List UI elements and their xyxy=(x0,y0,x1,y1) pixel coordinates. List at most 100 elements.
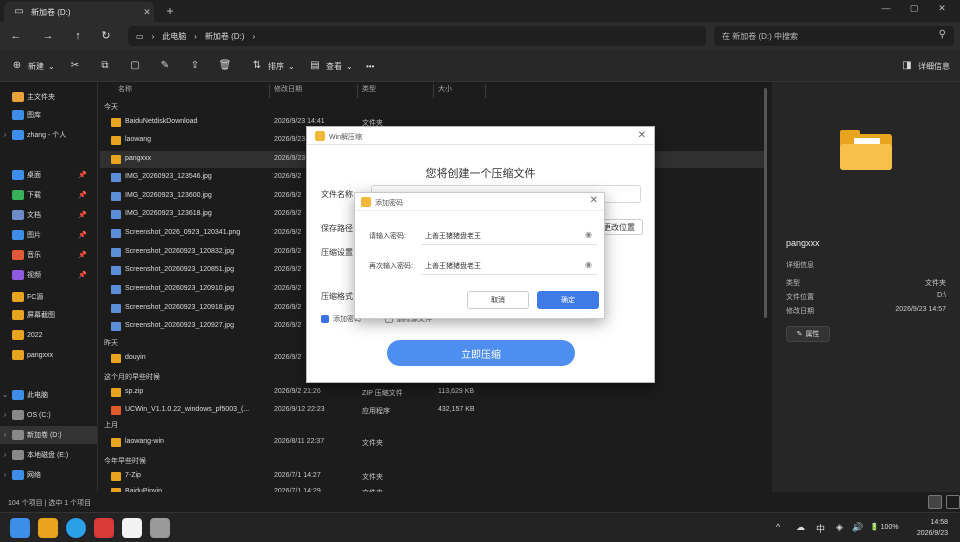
sidebar-item[interactable]: 图片 📌 xyxy=(0,226,97,244)
sidebar-item[interactable]: 2022 xyxy=(0,326,97,344)
column-date[interactable]: 修改日期 xyxy=(270,84,358,98)
group-header[interactable]: 昨天 xyxy=(104,338,118,350)
file-explorer-icon[interactable] xyxy=(38,518,58,538)
cloud-icon[interactable]: ☁ xyxy=(796,522,805,533)
sidebar-item[interactable]: ⌄ 此电脑 xyxy=(0,386,97,404)
clock[interactable]: 14:58 2026/9/23 xyxy=(917,517,948,539)
sidebar-item[interactable]: › 新加卷 (D:) xyxy=(0,426,97,444)
tiles-view-toggle[interactable] xyxy=(946,495,960,509)
share-button[interactable]: ⇪ xyxy=(188,58,202,74)
properties-button[interactable]: ✎ 属性 xyxy=(786,326,830,342)
sidebar-item[interactable]: › 本地磁盘 (E:) xyxy=(0,446,97,464)
view-button[interactable]: ▤ 查看 ⌄ xyxy=(308,58,352,74)
column-name[interactable]: 名称 xyxy=(100,84,270,98)
back-button[interactable]: ← xyxy=(8,28,24,44)
details-header: 详细信息 xyxy=(786,262,814,269)
paste-button[interactable]: ▢ xyxy=(128,58,142,74)
confirm-password-label: 再次输入密码: xyxy=(369,263,413,270)
details-pane-button[interactable]: ◨ 详细信息 xyxy=(900,58,950,74)
list-scrollbar[interactable] xyxy=(764,88,767,318)
qq-icon[interactable] xyxy=(122,518,142,538)
group-header[interactable]: 今天 xyxy=(104,102,118,114)
wps-icon[interactable] xyxy=(94,518,114,538)
refresh-button[interactable]: ↻ xyxy=(98,28,114,44)
column-size[interactable]: 大小 xyxy=(434,84,486,98)
file-name: Screenshot_2026_0923_120341.png xyxy=(125,229,241,236)
file-type-icon xyxy=(111,472,121,481)
minimize-button[interactable]: — xyxy=(872,3,900,17)
sidebar-item[interactable]: 音乐 📌 xyxy=(0,246,97,264)
expand-chevron-icon[interactable]: › xyxy=(0,472,10,479)
close-icon[interactable]: ✕ xyxy=(590,195,598,206)
group-header[interactable]: 上月 xyxy=(104,420,118,432)
rename-button[interactable]: ✎ xyxy=(158,58,172,74)
sort-icon: ⇅ xyxy=(252,60,262,71)
sidebar-item[interactable]: FC源 xyxy=(0,288,97,306)
breadcrumb-this-pc[interactable]: 此电脑 xyxy=(162,31,186,42)
close-tab-icon[interactable]: ✕ xyxy=(140,7,154,18)
new-button[interactable]: ⊕ 新建 ⌄ xyxy=(10,58,55,74)
sidebar-item[interactable]: 主文件夹 xyxy=(0,88,97,106)
file-date: 2026/9/23 xyxy=(274,136,306,143)
edge-browser-icon[interactable] xyxy=(66,518,86,538)
eye-icon[interactable]: ◉ xyxy=(585,230,592,239)
sidebar-item[interactable]: › 网络 xyxy=(0,466,97,484)
more-button[interactable]: ••• xyxy=(366,58,374,74)
expand-chevron-icon[interactable]: › xyxy=(0,452,10,459)
address-toolbar: ← → ↑ ↻ ▭ › 此电脑 › 新加卷 (D:) › 在 新加卷 (D:) … xyxy=(0,22,960,50)
file-row[interactable]: UCWin_V1.1.0.22_windows_pf5003_(... 2026/… xyxy=(100,402,766,419)
tab-new-volume-d[interactable]: ▭ 新加卷 (D:) ✕ xyxy=(4,2,154,22)
address-bar[interactable]: ▭ › 此电脑 › 新加卷 (D:) › xyxy=(128,26,706,46)
sidebar-item[interactable]: pangxxx xyxy=(0,346,97,364)
details-view-toggle[interactable] xyxy=(928,495,942,509)
password-input[interactable]: 上善王猪猪盘老王 xyxy=(425,231,481,241)
file-type-icon xyxy=(111,266,121,275)
breadcrumb-d-drive[interactable]: 新加卷 (D:) xyxy=(205,31,245,42)
expand-chevron-icon[interactable]: › xyxy=(0,432,10,439)
ime-indicator[interactable]: 中 xyxy=(816,522,825,535)
group-header[interactable]: 今年早些时候 xyxy=(104,456,146,468)
close-icon[interactable]: ✕ xyxy=(638,130,646,141)
delete-button[interactable]: 🗑 xyxy=(218,58,232,74)
sidebar-item[interactable]: 视频 📌 xyxy=(0,266,97,284)
volume-icon[interactable]: 🔊 xyxy=(852,522,863,533)
battery-indicator[interactable]: 🔋 100% xyxy=(870,523,899,531)
compress-now-button[interactable]: 立即压缩 xyxy=(387,340,575,366)
close-window-button[interactable]: ✕ xyxy=(928,3,956,17)
file-row[interactable]: 7-Zip 2026/7/1 14:27 文件夹 xyxy=(100,468,766,485)
column-type[interactable]: 类型 xyxy=(358,84,434,98)
sort-button[interactable]: ⇅ 排序 ⌄ xyxy=(250,58,295,74)
sidebar-item[interactable]: › OS (C:) xyxy=(0,406,97,424)
clock-date: 2026/9/23 xyxy=(916,530,948,537)
sidebar-item[interactable]: 屏幕截图 xyxy=(0,306,97,324)
search-input[interactable]: 在 新加卷 (D:) 中搜索 ⚲ xyxy=(714,26,954,46)
file-row[interactable]: laowang-win 2026/8/11 22:37 文件夹 xyxy=(100,434,766,451)
new-tab-button[interactable]: + xyxy=(162,4,178,18)
expand-chevron-icon[interactable]: › xyxy=(0,132,10,139)
sidebar-item[interactable]: 图库 xyxy=(0,106,97,124)
sidebar-item[interactable]: 文档 📌 xyxy=(0,206,97,224)
sidebar-item[interactable]: 桌面 📌 xyxy=(0,166,97,184)
group-header[interactable]: 这个月的早些时候 xyxy=(104,372,160,384)
file-row[interactable]: sp.zip 2026/9/2 21:26 ZIP 压缩文件 113,629 KB xyxy=(100,384,766,401)
confirm-button[interactable]: 确定 xyxy=(537,291,599,309)
cancel-button[interactable]: 取消 xyxy=(467,291,529,309)
cut-button[interactable]: ✂ xyxy=(68,58,82,74)
eye-icon[interactable]: ◉ xyxy=(585,260,592,269)
sidebar-item[interactable]: › zhang - 个人 xyxy=(0,126,97,144)
up-button[interactable]: ↑ xyxy=(70,28,86,44)
confirm-password-input[interactable]: 上善王猪猪盘老王 xyxy=(425,261,481,271)
maximize-button[interactable]: ▢ xyxy=(900,3,928,17)
expand-chevron-icon[interactable]: › xyxy=(0,412,10,419)
tray-chevron-icon[interactable]: ^ xyxy=(776,522,780,532)
forward-button[interactable]: → xyxy=(40,28,56,44)
wifi-icon[interactable]: ◈ xyxy=(836,522,843,533)
sidebar-item[interactable]: 下载 📌 xyxy=(0,186,97,204)
file-date: 2026/9/12 22:23 xyxy=(274,406,325,413)
expand-chevron-icon[interactable]: ⌄ xyxy=(0,391,10,399)
compress-app-icon[interactable] xyxy=(150,518,170,538)
start-icon[interactable] xyxy=(10,518,30,538)
copy-button[interactable]: ⧉ xyxy=(98,58,112,74)
file-size: 432,157 KB xyxy=(438,406,475,413)
password-titlebar: 添加密码 ✕ xyxy=(355,193,604,211)
